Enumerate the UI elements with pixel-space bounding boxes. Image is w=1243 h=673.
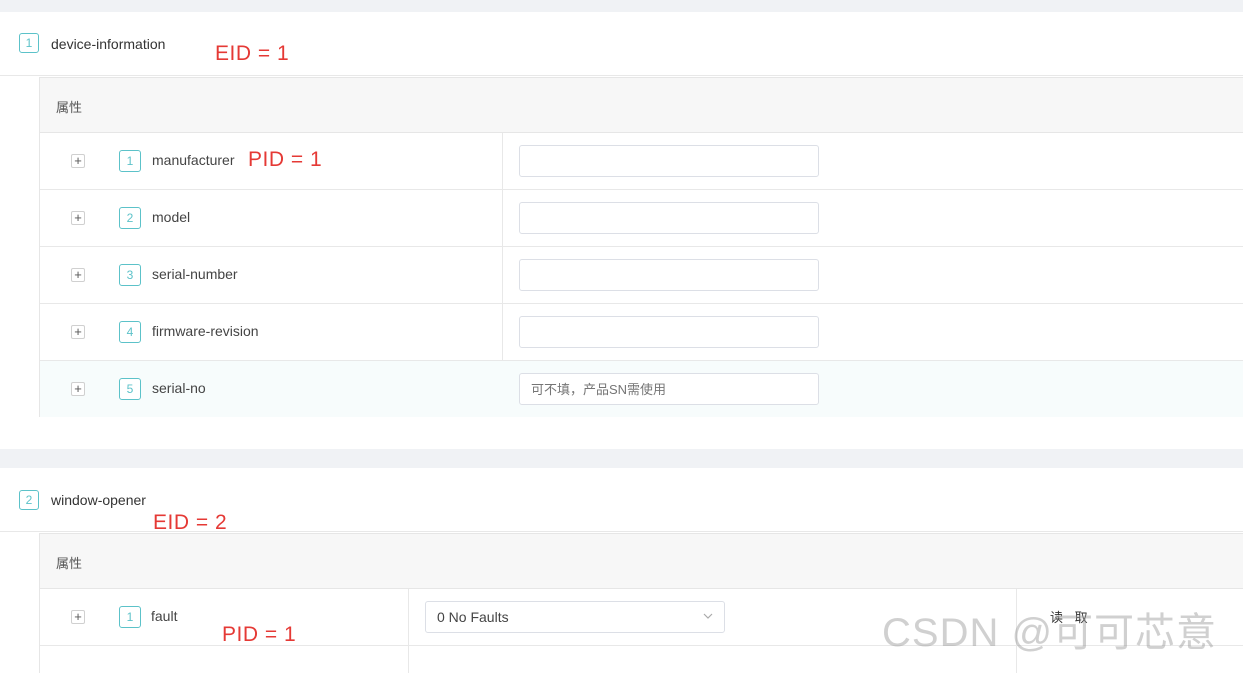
plus-icon[interactable]: + [71, 325, 85, 339]
table-row: + 5 serial-no [40, 361, 1243, 417]
section-divider [0, 75, 1243, 76]
property-number-badge: 3 [119, 264, 141, 286]
table-row: + 4 firmware-revision [40, 304, 1243, 361]
property-number-badge: 2 [119, 207, 141, 229]
eid-annotation: EID = 1 [215, 42, 290, 65]
property-name: fault [151, 608, 178, 624]
property-name: model [152, 209, 191, 225]
manufacturer-input[interactable] [519, 145, 819, 177]
plus-icon[interactable]: + [71, 211, 85, 225]
plus-icon[interactable]: + [71, 610, 85, 624]
chevron-down-icon [702, 602, 714, 643]
section-divider [0, 531, 1243, 532]
property-number-badge: 1 [119, 606, 141, 628]
table-row: + 1 manufacturer PID = 1 [40, 133, 1243, 190]
plus-icon[interactable]: + [71, 154, 85, 168]
property-name: serial-no [152, 380, 206, 396]
pid-annotation: PID = 1 [248, 148, 323, 171]
plus-icon[interactable]: + [71, 268, 85, 282]
table-row: + 3 serial-number [40, 247, 1243, 304]
header-label: 属性 [56, 100, 83, 115]
table-header: 属性 [40, 534, 1243, 589]
serial-number-input[interactable] [519, 259, 819, 291]
table-header: 属性 [40, 78, 1243, 133]
serial-no-input[interactable] [519, 373, 819, 405]
property-number-badge: 4 [119, 321, 141, 343]
select-value: 0 No Faults [437, 609, 509, 625]
section-number-badge: 2 [19, 490, 39, 510]
header-label: 属性 [56, 556, 83, 571]
pid-annotation: PID = 1 [222, 623, 297, 646]
firmware-revision-input[interactable] [519, 316, 819, 348]
fault-select[interactable]: 0 No Faults [425, 601, 725, 633]
property-name: manufacturer [152, 152, 235, 168]
model-input[interactable] [519, 202, 819, 234]
section-number-badge: 1 [19, 33, 39, 53]
plus-icon[interactable]: + [71, 382, 85, 396]
section-title: device-information [51, 36, 166, 52]
watermark: CSDN @可可芯意 [882, 611, 1218, 655]
property-number-badge: 5 [119, 378, 141, 400]
property-name: serial-number [152, 266, 238, 282]
section-header-device-information: 1 device-information EID = 1 [0, 13, 1243, 76]
section-header-window-opener: 2 window-opener EID = 2 [0, 468, 1243, 534]
property-name: firmware-revision [152, 323, 259, 339]
top-gray-band [0, 0, 1243, 12]
property-number-badge: 1 [119, 150, 141, 172]
section-title: window-opener [51, 492, 146, 508]
table-row: + 2 model [40, 190, 1243, 247]
properties-table-device-information: 属性 + 1 manufacturer PID = 1 + 2 model + … [39, 77, 1243, 417]
section-gap [0, 449, 1243, 468]
